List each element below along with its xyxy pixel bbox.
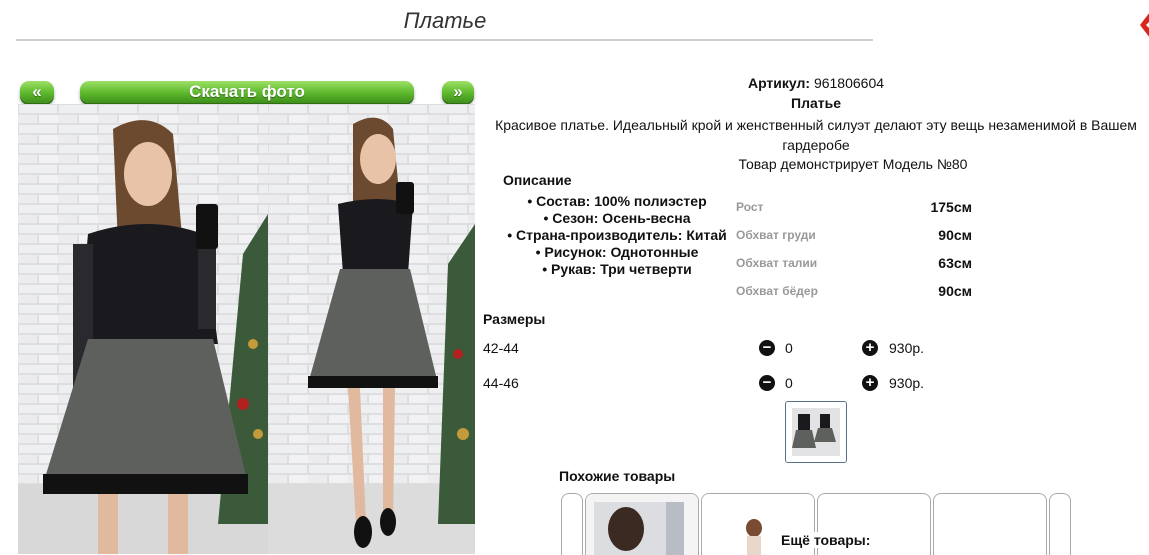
title-divider [16, 39, 873, 41]
qty-value[interactable]: 0 [785, 375, 793, 391]
size-label: 44-46 [483, 375, 519, 391]
increase-qty-button[interactable]: + [862, 375, 878, 391]
page-title: Платье [403, 8, 487, 33]
product-photo-front[interactable] [18, 104, 268, 554]
similar-prev-tab[interactable] [561, 493, 583, 555]
attribute-item: Рукав: Три четверти [483, 261, 751, 277]
product-photo-gallery[interactable] [18, 104, 475, 554]
measure-value: 175см [930, 199, 972, 215]
size-price: 930р. [889, 375, 925, 391]
attribute-item: Рисунок: Однотонные [483, 244, 751, 260]
measure-label: Обхват талии [736, 256, 818, 270]
prev-photo-button[interactable]: « [20, 81, 54, 103]
measure-label: Рост [736, 200, 764, 214]
attribute-item: Страна-производитель: Китай [483, 227, 751, 243]
description-heading: Описание [503, 172, 572, 188]
sizes-heading: Размеры [483, 311, 546, 327]
measure-value: 63см [938, 255, 972, 271]
product-description: Красивое платье. Идеальный крой и женств… [495, 117, 1137, 153]
attribute-item: Сезон: Осень-весна [483, 210, 751, 226]
size-price: 930р. [889, 340, 925, 356]
next-photo-button[interactable]: » [442, 81, 474, 103]
sku-line: Артикул: 961806604 [483, 75, 1149, 91]
measure-value: 90см [938, 283, 972, 299]
thumbnail-image [792, 408, 840, 456]
size-label: 42-44 [483, 340, 519, 356]
cart-icon[interactable] [1138, 10, 1149, 40]
sku-value: 961806604 [813, 75, 885, 91]
similar-item[interactable] [933, 493, 1047, 555]
product-photo-side[interactable] [268, 104, 475, 554]
photo-thumbnail[interactable] [785, 401, 847, 463]
attribute-item: Состав: 100% полиэстер [483, 193, 751, 209]
qty-value[interactable]: 0 [785, 340, 793, 356]
measure-value: 90см [938, 227, 972, 243]
measure-label: Обхват бёдер [736, 284, 818, 298]
similar-heading: Похожие товары [559, 468, 676, 484]
measure-label: Обхват груди [736, 228, 816, 242]
model-line: Товар демонстрирует Модель №80 [738, 156, 968, 172]
sku-label: Артикул: [747, 75, 811, 91]
decrease-qty-button[interactable]: − [759, 340, 775, 356]
similar-next-tab[interactable] [1049, 493, 1071, 555]
increase-qty-button[interactable]: + [862, 340, 878, 356]
download-photo-button[interactable]: Скачать фото [80, 81, 414, 103]
attribute-list: Состав: 100% полиэстер Сезон: Осень-весн… [483, 193, 751, 278]
product-name: Платье [791, 95, 841, 111]
similar-item-image [586, 494, 698, 555]
decrease-qty-button[interactable]: − [759, 375, 775, 391]
similar-item[interactable] [585, 493, 699, 555]
more-products-link[interactable]: Ещё товары: [779, 532, 873, 548]
